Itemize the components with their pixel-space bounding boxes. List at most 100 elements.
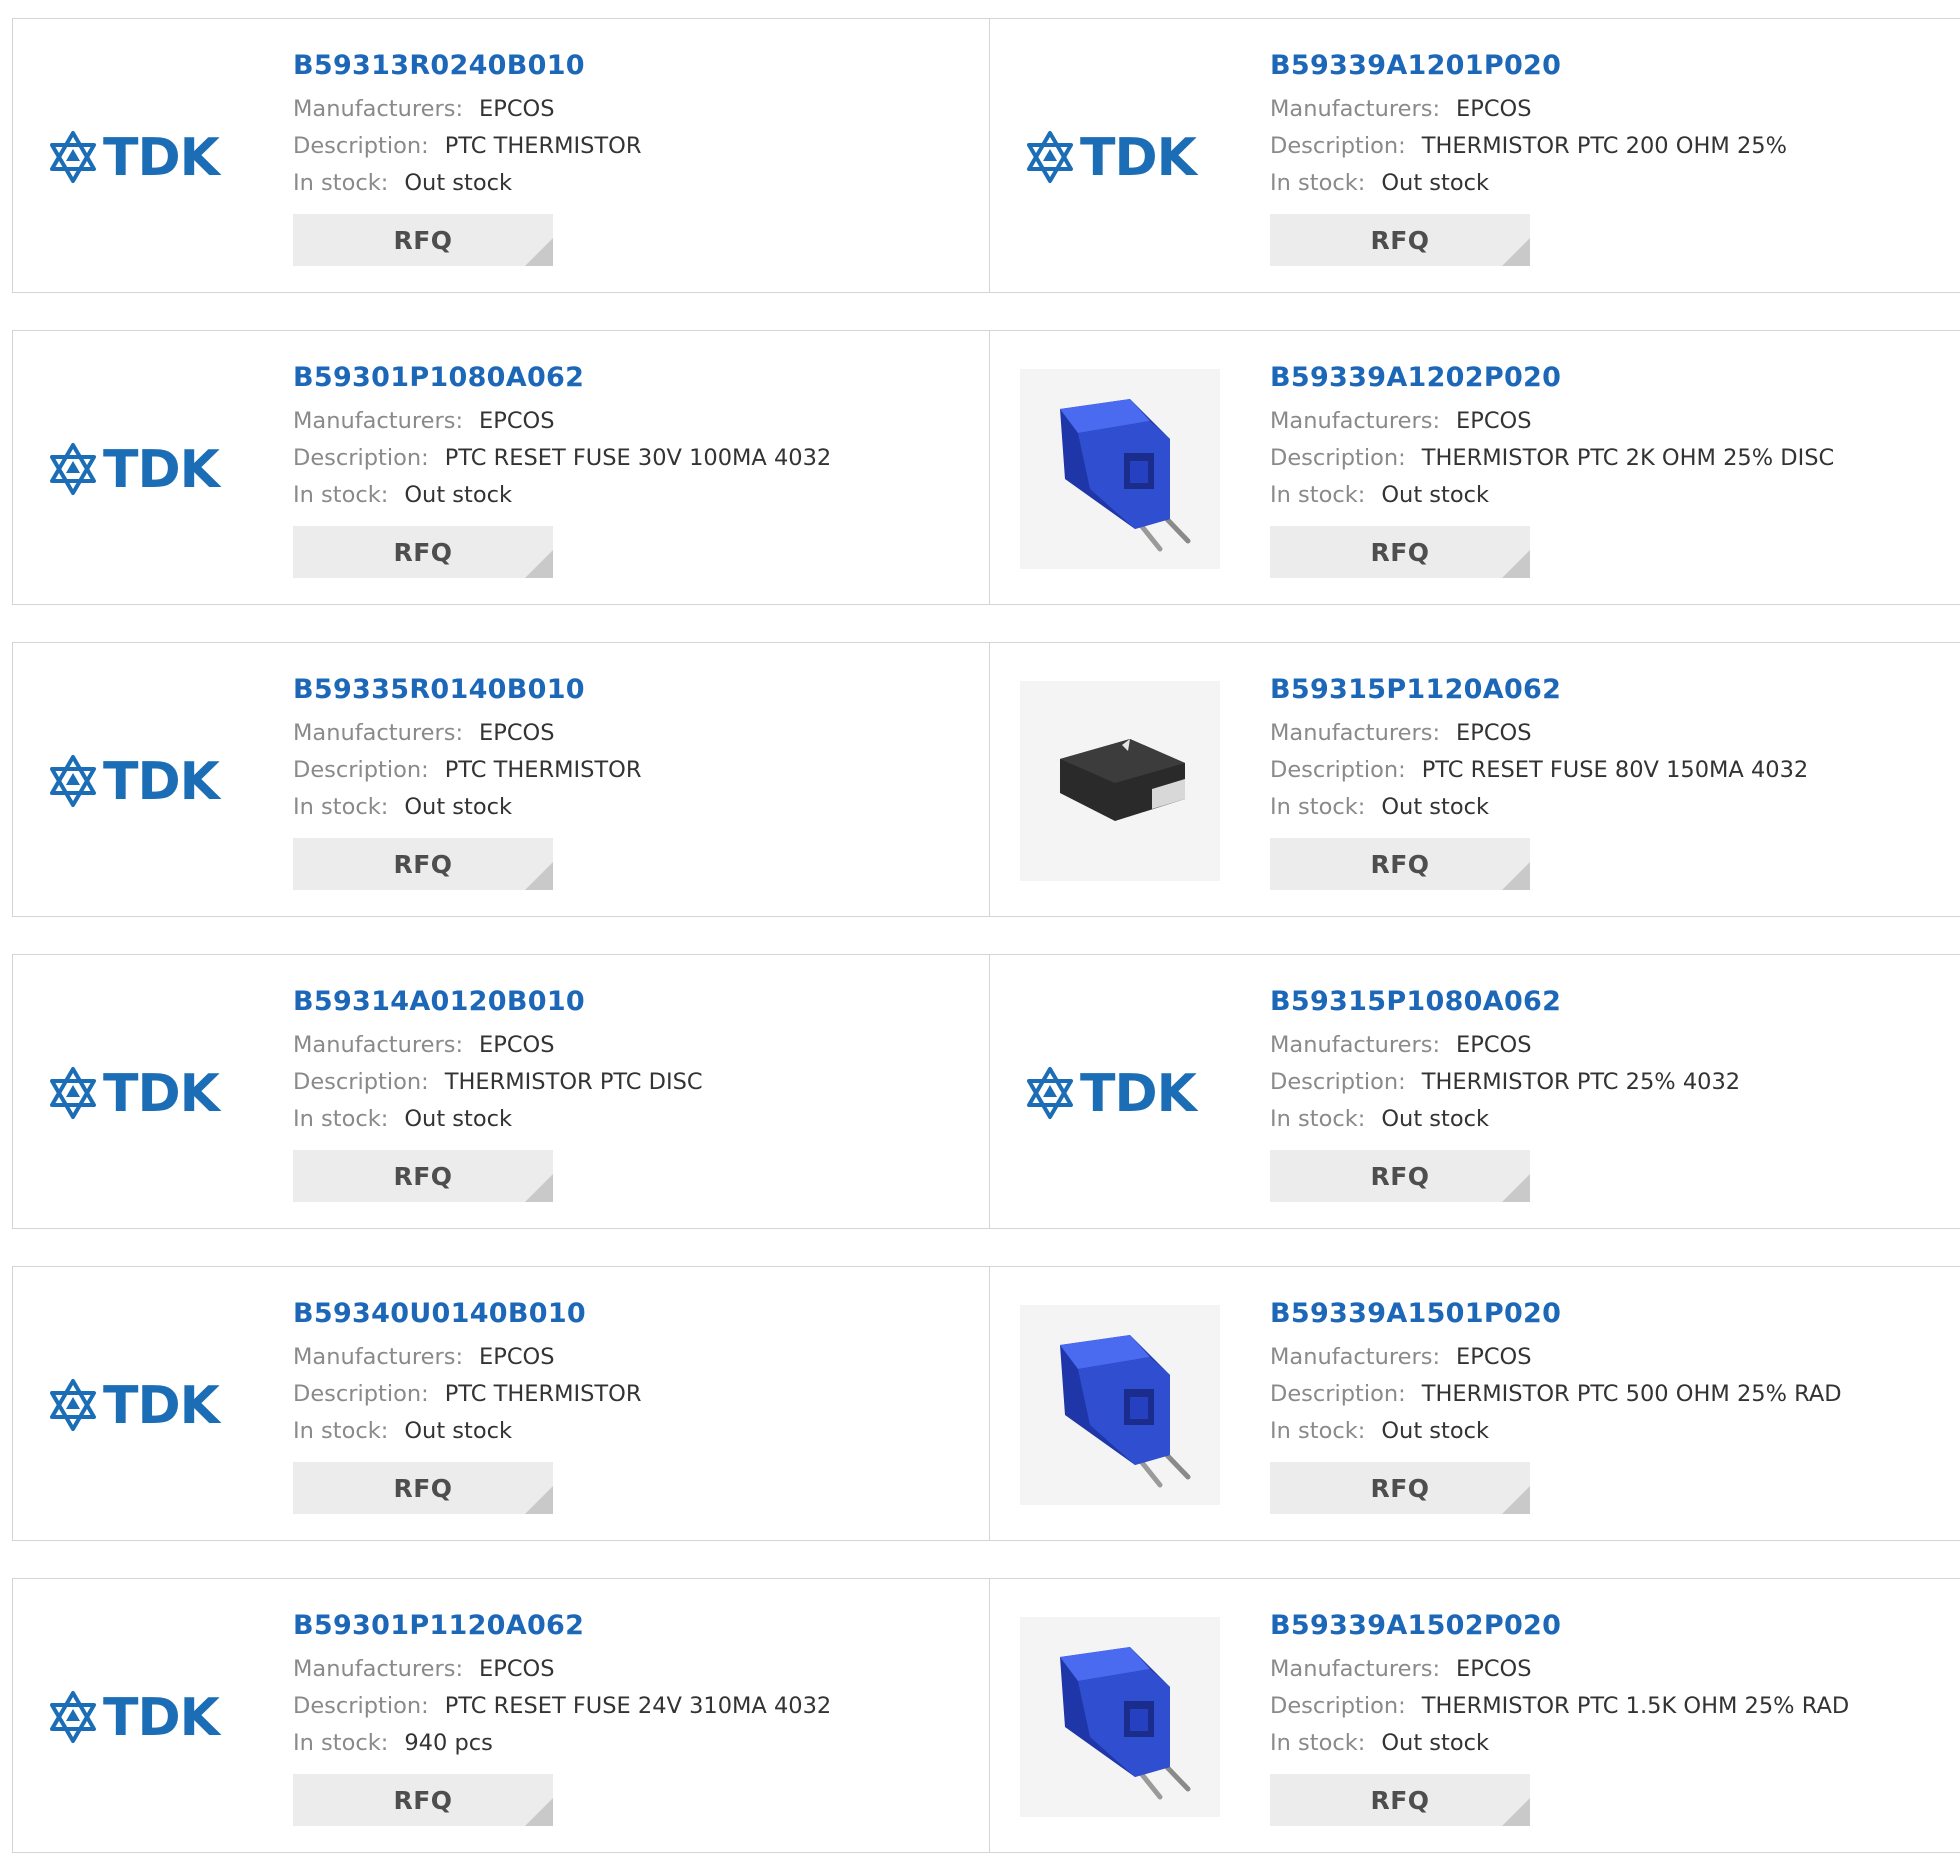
rfq-corner-accent [1502,862,1530,890]
description-row: Description: PTC RESET FUSE 30V 100MA 403… [293,440,979,477]
manufacturer-value: EPCOS [479,96,555,122]
rfq-button[interactable]: RFQ [1270,838,1530,890]
part-number-link[interactable]: B59313R0240B010 [293,49,979,83]
stock-row: In stock: Out stock [1270,165,1957,202]
product-thumbnail[interactable]: TDK [43,681,243,881]
product-info: B59339A1201P020 Manufacturers: EPCOS Desc… [1270,49,1957,266]
manufacturer-value: EPCOS [479,408,555,434]
part-number-link[interactable]: B59339A1201P020 [1270,49,1957,83]
radial-thermistor-photo [1060,1335,1191,1488]
part-number-link[interactable]: B59315P1120A062 [1270,673,1957,707]
part-number-link[interactable]: B59339A1202P020 [1270,361,1957,395]
manufacturer-label: Manufacturers: [1270,720,1441,746]
stock-label: In stock: [293,1730,389,1756]
part-number-link[interactable]: B59301P1080A062 [293,361,979,395]
stock-value: Out stock [404,170,512,196]
part-number-link[interactable]: B59315P1080A062 [1270,985,1957,1019]
product-thumbnail[interactable]: TDK [43,1305,243,1505]
rfq-button[interactable]: RFQ [1270,1774,1530,1826]
manufacturer-row: Manufacturers: EPCOS [293,403,979,440]
rfq-corner-accent [1502,238,1530,266]
product-grid: TDK B59313R0240B010 Manufacturers: EPCOS … [12,18,1960,1853]
rfq-corner-accent [525,238,553,266]
product-info: B59314A0120B010 Manufacturers: EPCOS Desc… [293,985,979,1202]
product-info: B59315P1080A062 Manufacturers: EPCOS Desc… [1270,985,1957,1202]
rfq-button[interactable]: RFQ [1270,1462,1530,1514]
rfq-button[interactable]: RFQ [293,838,553,890]
rfq-button[interactable]: RFQ [293,1774,553,1826]
tdk-logo-icon: TDK [50,128,223,187]
stock-row: In stock: Out stock [1270,477,1957,514]
description-row: Description: THERMISTOR PTC 500 OHM 25% R… [1270,1376,1957,1413]
manufacturer-value: EPCOS [1456,1344,1532,1370]
description-row: Description: PTC THERMISTOR [293,128,979,165]
rfq-button[interactable]: RFQ [1270,214,1530,266]
part-number-link[interactable]: B59301P1120A062 [293,1609,979,1643]
product-thumbnail[interactable] [1020,1617,1220,1817]
product-info: B59315P1120A062 Manufacturers: EPCOS Desc… [1270,673,1957,890]
rfq-label: RFQ [1370,1161,1430,1191]
part-number-link[interactable]: B59335R0140B010 [293,673,979,707]
description-row: Description: PTC THERMISTOR [293,1376,979,1413]
description-label: Description: [1270,445,1406,471]
part-number-link[interactable]: B59339A1502P020 [1270,1609,1957,1643]
product-info: B59340U0140B010 Manufacturers: EPCOS Desc… [293,1297,979,1514]
description-label: Description: [1270,757,1406,783]
description-row: Description: THERMISTOR PTC DISC [293,1064,979,1101]
product-card: TDK B59335R0140B010 Manufacturers: EPCOS … [12,642,990,917]
rfq-label: RFQ [393,225,453,255]
product-thumbnail[interactable]: TDK [1020,57,1220,257]
product-thumbnail[interactable]: TDK [43,993,243,1193]
stock-label: In stock: [1270,1106,1366,1132]
stock-row: In stock: Out stock [293,789,979,826]
product-thumbnail[interactable]: TDK [43,369,243,569]
stock-value: Out stock [404,1418,512,1444]
description-label: Description: [293,445,429,471]
manufacturer-value: EPCOS [1456,720,1532,746]
stock-label: In stock: [293,794,389,820]
product-thumbnail[interactable]: TDK [43,57,243,257]
manufacturer-value: EPCOS [479,1344,555,1370]
manufacturer-row: Manufacturers: EPCOS [293,715,979,752]
stock-value: Out stock [1381,1418,1489,1444]
product-thumbnail[interactable]: TDK [43,1617,243,1817]
stock-value: Out stock [404,794,512,820]
rfq-button[interactable]: RFQ [293,1462,553,1514]
description-label: Description: [1270,133,1406,159]
rfq-button[interactable]: RFQ [293,214,553,266]
manufacturer-label: Manufacturers: [293,1656,464,1682]
manufacturer-label: Manufacturers: [293,96,464,122]
stock-label: In stock: [293,1106,389,1132]
description-row: Description: THERMISTOR PTC 25% 4032 [1270,1064,1957,1101]
product-card: B59339A1501P020 Manufacturers: EPCOS Desc… [990,1266,1960,1541]
smd-fuse-photo [1060,739,1185,821]
manufacturer-label: Manufacturers: [293,1344,464,1370]
rfq-label: RFQ [1370,225,1430,255]
rfq-button[interactable]: RFQ [293,1150,553,1202]
rfq-button[interactable]: RFQ [293,526,553,578]
manufacturer-row: Manufacturers: EPCOS [1270,403,1957,440]
rfq-label: RFQ [393,849,453,879]
manufacturer-value: EPCOS [1456,96,1532,122]
description-value: THERMISTOR PTC 200 OHM 25% [1421,133,1787,159]
part-number-link[interactable]: B59340U0140B010 [293,1297,979,1331]
product-card: TDK B59301P1120A062 Manufacturers: EPCOS … [12,1578,990,1853]
description-label: Description: [1270,1381,1406,1407]
product-thumbnail[interactable] [1020,681,1220,881]
product-card: TDK B59339A1201P020 Manufacturers: EPCOS … [990,18,1960,293]
description-value: PTC THERMISTOR [444,1381,642,1407]
tdk-logo-icon: TDK [50,752,223,811]
description-row: Description: THERMISTOR PTC 2K OHM 25% DI… [1270,440,1957,477]
part-number-link[interactable]: B59314A0120B010 [293,985,979,1019]
rfq-button[interactable]: RFQ [1270,1150,1530,1202]
radial-thermistor-photo [1060,1647,1191,1800]
description-label: Description: [293,133,429,159]
product-thumbnail[interactable] [1020,1305,1220,1505]
stock-label: In stock: [1270,1418,1366,1444]
tdk-logo-icon: TDK [50,1688,223,1747]
rfq-button[interactable]: RFQ [1270,526,1530,578]
product-thumbnail[interactable]: TDK [1020,993,1220,1193]
rfq-corner-accent [1502,1798,1530,1826]
part-number-link[interactable]: B59339A1501P020 [1270,1297,1957,1331]
product-thumbnail[interactable] [1020,369,1220,569]
